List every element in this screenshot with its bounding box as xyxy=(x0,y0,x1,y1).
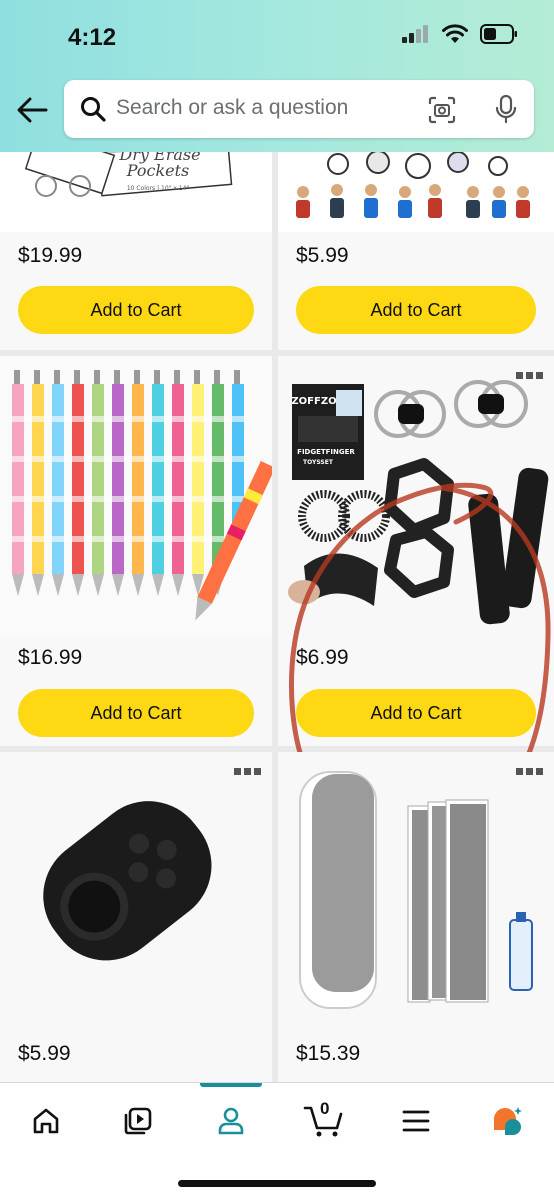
status-bar: 4:12 xyxy=(0,0,554,70)
status-time: 4:12 xyxy=(68,24,117,51)
tab-account[interactable] xyxy=(211,1101,251,1141)
add-to-cart-button[interactable]: Add to Cart xyxy=(296,286,536,334)
tab-home[interactable] xyxy=(26,1101,66,1141)
image-text-colors: 10 Colors | 10" x 14" xyxy=(127,185,190,192)
menu-icon xyxy=(402,1110,430,1132)
product-card[interactable]: Dry Erase Pockets 10 Colors | 10" x 14" … xyxy=(0,152,272,350)
home-indicator xyxy=(178,1180,376,1187)
back-arrow-icon xyxy=(17,97,48,123)
image-text-toys-set: TOYSSET xyxy=(303,459,334,466)
product-image[interactable] xyxy=(0,752,272,1032)
image-text-brand: ZOFFZO xyxy=(291,396,336,407)
product-card[interactable]: $5.99 xyxy=(0,752,272,1082)
back-button[interactable] xyxy=(14,94,50,126)
product-price: $5.99 xyxy=(296,244,349,267)
wifi-icon xyxy=(442,24,468,43)
product-price: $16.99 xyxy=(18,646,83,669)
product-card[interactable]: ZOFFZO FIDGETFINGER TOYSSET $6.99 Add to… xyxy=(278,356,554,845)
product-image[interactable] xyxy=(278,752,554,1032)
add-to-cart-button[interactable]: Add to Cart xyxy=(18,286,254,334)
product-price: $15.39 xyxy=(296,1042,361,1065)
tab-cart[interactable]: 0 xyxy=(300,1099,348,1141)
cart-count-badge: 0 xyxy=(320,1099,330,1118)
video-play-icon xyxy=(124,1107,152,1135)
home-icon xyxy=(33,1108,59,1134)
product-card[interactable]: $5.99 Add to Cart xyxy=(278,152,554,350)
search-bar[interactable]: Search or ask a question xyxy=(64,80,534,138)
tab-rufus-assistant[interactable] xyxy=(488,1101,528,1141)
cellular-signal-icon xyxy=(402,25,428,43)
status-icons xyxy=(402,24,518,44)
image-text-pockets: Pockets xyxy=(126,161,190,180)
product-image[interactable] xyxy=(278,152,554,232)
app-header: 4:12 Search or ask a question xyxy=(0,0,554,152)
product-grid: Dry Erase Pockets 10 Colors | 10" x 14" … xyxy=(0,152,554,1082)
product-image[interactable]: Dry Erase Pockets 10 Colors | 10" x 14" xyxy=(0,152,272,232)
search-input[interactable]: Search or ask a question xyxy=(116,96,348,120)
tab-video[interactable] xyxy=(118,1101,158,1141)
image-text-fidget-finger: FIDGETFINGER xyxy=(297,448,355,456)
product-price: $19.99 xyxy=(18,244,83,267)
product-card[interactable]: $15.39 xyxy=(278,752,554,1082)
chat-assistant-icon xyxy=(494,1107,522,1135)
product-image[interactable] xyxy=(0,356,272,636)
product-card[interactable]: $16.99 Add to Cart xyxy=(0,356,272,746)
microphone-icon[interactable] xyxy=(494,94,518,124)
person-icon xyxy=(218,1107,244,1135)
battery-icon xyxy=(480,24,517,44)
tab-menu[interactable] xyxy=(396,1101,436,1141)
search-icon xyxy=(81,97,106,122)
camera-search-icon[interactable] xyxy=(428,96,456,124)
add-to-cart-button[interactable]: Add to Cart xyxy=(18,689,254,737)
active-tab-indicator xyxy=(200,1083,262,1087)
product-price: $5.99 xyxy=(18,1042,71,1065)
